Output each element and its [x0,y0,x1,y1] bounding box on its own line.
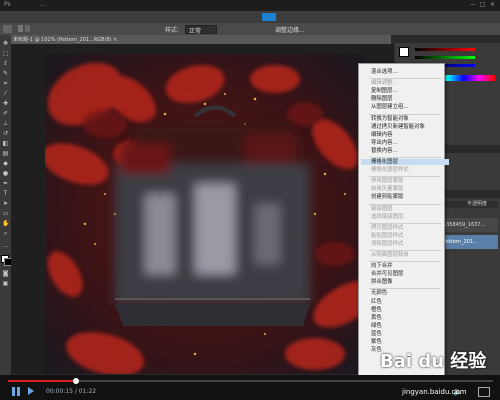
more-tools-icon[interactable]: … [2,243,9,249]
menu-item[interactable]: 栅格化图层 [361,159,449,165]
layer-name-2: Pattern_201... [443,239,478,245]
menu-item[interactable]: 从隔离图层释放 [371,252,409,258]
menu-separator [369,203,441,205]
menu-item[interactable]: 清除图层样式 [371,241,403,247]
close-button[interactable]: ✕ [490,1,495,8]
watermark-url: jingyan.baidu.com [402,388,467,396]
menu-item[interactable]: 拼合图像 [371,279,393,285]
hand-tool-icon[interactable]: ✋ [2,221,9,227]
stamp-tool-icon[interactable]: ⊥ [2,121,9,127]
menu-item[interactable]: 红色 [371,299,382,305]
color-panel-header [395,35,500,43]
green-slider[interactable] [415,56,475,59]
workspace-button[interactable] [262,13,276,21]
video-progress-knob[interactable] [73,378,79,384]
document-tab[interactable]: 未标题-1 @ 102% (Pattern_201...RGB/8) × [11,35,391,44]
history-brush-icon[interactable]: ↺ [2,131,9,137]
healing-tool-icon[interactable]: ✚ [2,101,9,107]
menu-item[interactable]: 删除图层 [371,96,393,102]
menu-item[interactable]: 粘贴图层样式 [371,233,403,239]
menu-item[interactable]: 橙色 [371,307,382,313]
brush-tool-icon[interactable]: ✐ [2,111,9,117]
fullscreen-icon[interactable] [478,387,490,397]
red-slider[interactable] [415,48,475,51]
quick-select-tool-icon[interactable]: ✎ [2,71,9,77]
menu-bar [0,11,500,23]
watermark-brand: Bai du 经验 [380,351,487,372]
window-title-bar: Ps … — □ ✕ [0,0,500,11]
pause-button[interactable] [12,387,21,396]
marquee-tool-icon[interactable]: ⬚ [2,51,9,57]
shape-tool-icon[interactable]: ▭ [2,211,9,217]
menu-item[interactable]: 合并可见图层 [371,271,403,277]
video-progress-track[interactable] [8,380,493,382]
adjust-edge-button[interactable]: 调整边缘... [275,25,305,34]
canvas-area[interactable] [11,44,394,374]
menu-item[interactable]: 蓝色 [371,331,382,337]
menu-separator [369,78,441,80]
video-progress-fill [8,380,76,382]
new-selection-icon[interactable] [18,25,23,32]
maximize-button[interactable]: □ [480,1,486,8]
lasso-tool-icon[interactable]: ℓ [2,61,9,67]
menu-item[interactable]: 链接图层 [371,206,393,212]
menu-item[interactable]: 停用图层蒙版 [371,178,403,184]
menu-separator [369,113,441,115]
layer-name-1: 5358459_1637... [443,222,486,228]
menu-item[interactable]: 转换为智能对象 [371,116,409,122]
menu-item[interactable]: 替换内容... [371,148,398,154]
next-icon[interactable] [28,387,34,395]
document-tab-label: 未标题-1 @ 102% (Pattern_201...RGB/8) × [13,37,118,43]
menu-item[interactable]: 混合选项... [371,69,398,75]
menu-item[interactable]: 绿色 [371,323,382,329]
menu-item[interactable]: 无颜色 [371,290,387,296]
quick-mask-icon[interactable]: ◙ [2,271,9,277]
menu-item[interactable]: 复制图层... [371,88,398,94]
menu-separator [369,261,441,263]
window-title: … [40,1,46,8]
opacity-label: 不透明度 [467,201,488,207]
crop-tool-icon[interactable]: ⌗ [2,81,9,87]
pen-tool-icon[interactable]: ✒ [2,181,9,187]
menu-item[interactable]: 从图层建立组... [371,104,409,110]
menu-separator [369,157,441,158]
menu-item[interactable]: 编辑调整... [371,80,398,86]
gradient-tool-icon[interactable]: ▤ [2,151,9,157]
video-time: 00:00:15 / 01:22 [46,388,97,395]
ps-logo: Ps [4,1,11,8]
style-value: 正常 [189,28,202,35]
menu-item[interactable]: 黄色 [371,315,382,321]
eyedropper-tool-icon[interactable]: ⁄ [2,91,9,97]
menu-item[interactable]: 向下合并 [371,263,393,269]
menu-item[interactable]: 栅格化图层样式 [371,167,409,173]
menu-item[interactable]: 拷贝图层样式 [371,225,403,231]
menu-item[interactable]: 编辑内容 [371,132,393,138]
menu-item[interactable]: 启用矢量蒙版 [371,186,403,192]
path-select-tool-icon[interactable]: ➤ [2,201,9,207]
menu-item[interactable]: 通过拷贝新建智能对象 [371,124,425,130]
add-selection-icon[interactable] [25,25,30,32]
menu-item[interactable]: 选择链接图层 [371,214,403,220]
style-select[interactable]: 正常 [185,25,217,35]
move-tool-icon[interactable]: ✥ [2,41,9,47]
screen-mode-icon[interactable]: ▣ [2,281,9,287]
layer-context-menu: 混合选项... 编辑调整... 复制图层... 删除图层从图层建立组... 转换为智能对… [358,63,449,385]
type-tool-icon[interactable]: T [2,191,9,197]
menu-item[interactable]: 导出内容... [371,140,398,146]
menu-item[interactable]: 创建剪贴蒙版 [371,194,403,200]
marquee-tool-icon [3,25,12,33]
dodge-tool-icon[interactable]: ● [2,171,9,177]
eraser-tool-icon[interactable]: ◧ [2,141,9,147]
document-image [45,54,365,374]
zoom-tool-icon[interactable]: ⌕ [2,231,9,237]
minimize-button[interactable]: — [470,1,476,8]
menu-item[interactable]: 紫色 [371,339,382,345]
menu-separator [369,250,441,251]
blur-tool-icon[interactable]: ◆ [2,161,9,167]
menu-separator [369,222,441,224]
style-label: 样式: [165,27,180,34]
color-panel-swatch[interactable] [399,47,409,57]
